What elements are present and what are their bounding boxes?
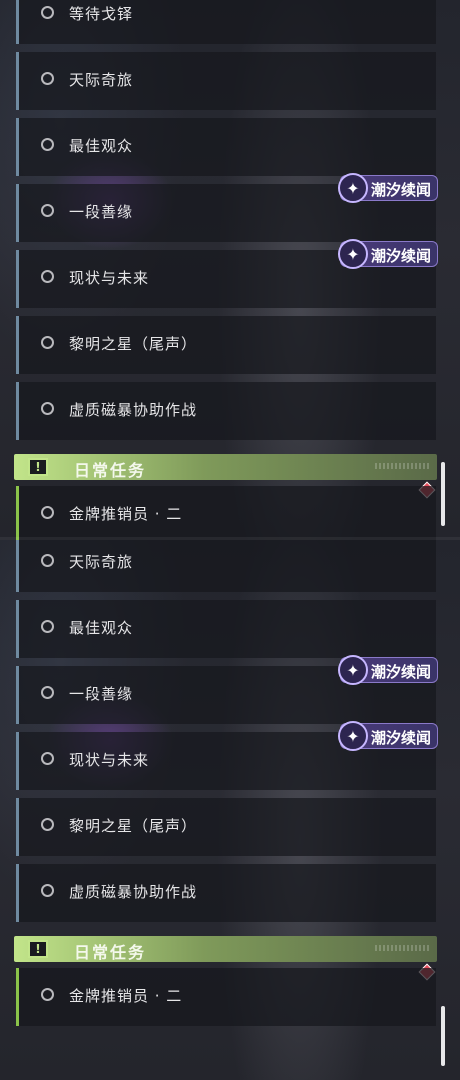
quest-item[interactable]: 虚质磁暴协助作战 <box>16 382 436 440</box>
tide-event-tag: ✦ 潮汐续闻 <box>338 721 438 751</box>
quest-item[interactable]: 天际奇旅 <box>16 540 436 592</box>
radio-circle-icon <box>41 554 54 567</box>
radio-circle-icon <box>41 752 54 765</box>
radio-circle-icon <box>41 138 54 151</box>
radio-circle-icon <box>41 72 54 85</box>
quest-label: 金牌推销员 · 二 <box>69 505 183 523</box>
scrollbar-track[interactable] <box>441 1006 445 1066</box>
radio-circle-icon <box>41 988 54 1001</box>
tide-event-tag: ✦ 潮汐续闻 <box>338 239 438 269</box>
exclamation-box-icon: ! <box>28 940 48 958</box>
daily-quest-item[interactable]: 金牌推销员 · 二 <box>16 486 436 540</box>
radio-circle-icon <box>41 6 54 19</box>
quest-label: 虚质磁暴协助作战 <box>69 883 198 901</box>
quest-list-panel-bottom: 天际奇旅 最佳观众 一段善缘 现状与未来 黎明之星（尾声） 虚质磁暴协助作战 ✦… <box>0 540 460 1080</box>
quest-label: 最佳观众 <box>69 619 134 637</box>
radio-circle-icon <box>41 686 54 699</box>
radio-circle-icon <box>41 204 54 217</box>
daily-tasks-header[interactable]: ! 日常任务 <box>14 454 437 480</box>
quest-label: 一段善缘 <box>69 203 134 221</box>
radio-circle-icon <box>41 818 54 831</box>
header-decoration <box>375 463 431 469</box>
quest-item[interactable]: 虚质磁暴协助作战 <box>16 864 436 922</box>
quest-label: 等待戈铎 <box>69 5 134 23</box>
quest-label: 最佳观众 <box>69 137 134 155</box>
quest-item[interactable]: 等待戈铎 <box>16 0 436 44</box>
tag-label: 潮汐续闻 <box>371 729 432 747</box>
quest-label: 一段善缘 <box>69 685 134 703</box>
radio-circle-icon <box>41 884 54 897</box>
scrollbar-track[interactable] <box>441 462 445 526</box>
tag-label: 潮汐续闻 <box>371 247 432 265</box>
radio-circle-icon <box>41 506 54 519</box>
radio-circle-icon <box>41 402 54 415</box>
quest-item[interactable]: 天际奇旅 <box>16 52 436 110</box>
quest-label: 金牌推销员 · 二 <box>69 987 183 1005</box>
tide-event-tag: ✦ 潮汐续闻 <box>338 655 438 685</box>
scrollbar-thumb[interactable] <box>441 462 445 526</box>
daily-tasks-header[interactable]: ! 日常任务 <box>14 936 437 962</box>
quest-item[interactable]: 黎明之星（尾声） <box>16 798 436 856</box>
radio-circle-icon <box>41 620 54 633</box>
tag-label: 潮汐续闻 <box>371 181 432 199</box>
section-title: 日常任务 <box>74 461 147 480</box>
sparkle-emblem-icon: ✦ <box>338 655 368 685</box>
quest-item[interactable]: 黎明之星（尾声） <box>16 316 436 374</box>
quest-item[interactable]: 最佳观众 <box>16 600 436 658</box>
quest-label: 现状与未来 <box>69 269 150 287</box>
exclamation-box-icon: ! <box>28 458 48 476</box>
quest-label: 虚质磁暴协助作战 <box>69 401 198 419</box>
quest-label: 天际奇旅 <box>69 71 134 89</box>
radio-circle-icon <box>41 270 54 283</box>
quest-label: 黎明之星（尾声） <box>69 817 198 835</box>
quest-list-panel-top: 等待戈铎 天际奇旅 最佳观众 一段善缘 现状与未来 黎明之星（尾声） 虚质磁暴协… <box>0 0 460 540</box>
sparkle-emblem-icon: ✦ <box>338 173 368 203</box>
quest-label: 现状与未来 <box>69 751 150 769</box>
sparkle-emblem-icon: ✦ <box>338 239 368 269</box>
quest-label: 黎明之星（尾声） <box>69 335 198 353</box>
tag-label: 潮汐续闻 <box>371 663 432 681</box>
sparkle-emblem-icon: ✦ <box>338 721 368 751</box>
tide-event-tag: ✦ 潮汐续闻 <box>338 173 438 203</box>
header-decoration <box>375 945 431 951</box>
radio-circle-icon <box>41 336 54 349</box>
daily-quest-item[interactable]: 金牌推销员 · 二 <box>16 968 436 1026</box>
quest-item[interactable]: 最佳观众 <box>16 118 436 176</box>
scrollbar-thumb[interactable] <box>441 1006 445 1066</box>
section-title: 日常任务 <box>74 943 147 962</box>
quest-label: 天际奇旅 <box>69 553 134 571</box>
